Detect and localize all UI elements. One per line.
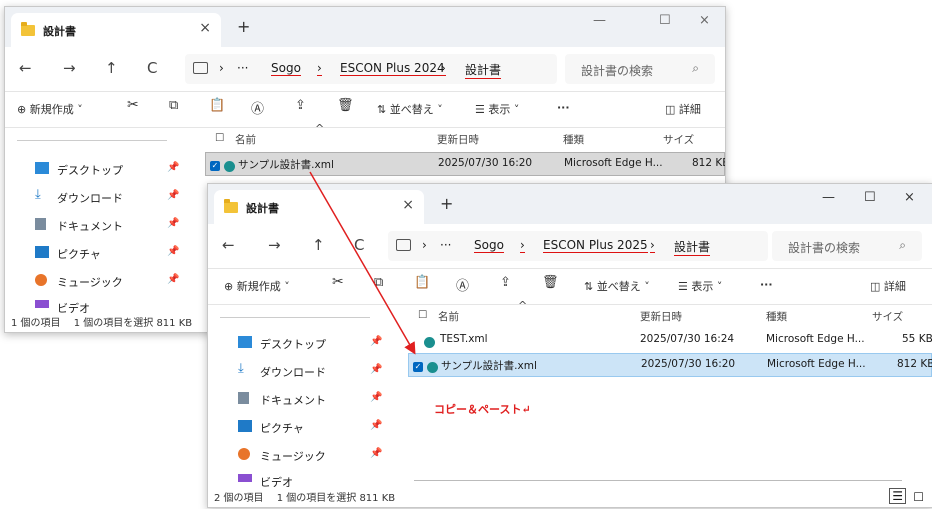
copy-arrow (309, 171, 416, 355)
